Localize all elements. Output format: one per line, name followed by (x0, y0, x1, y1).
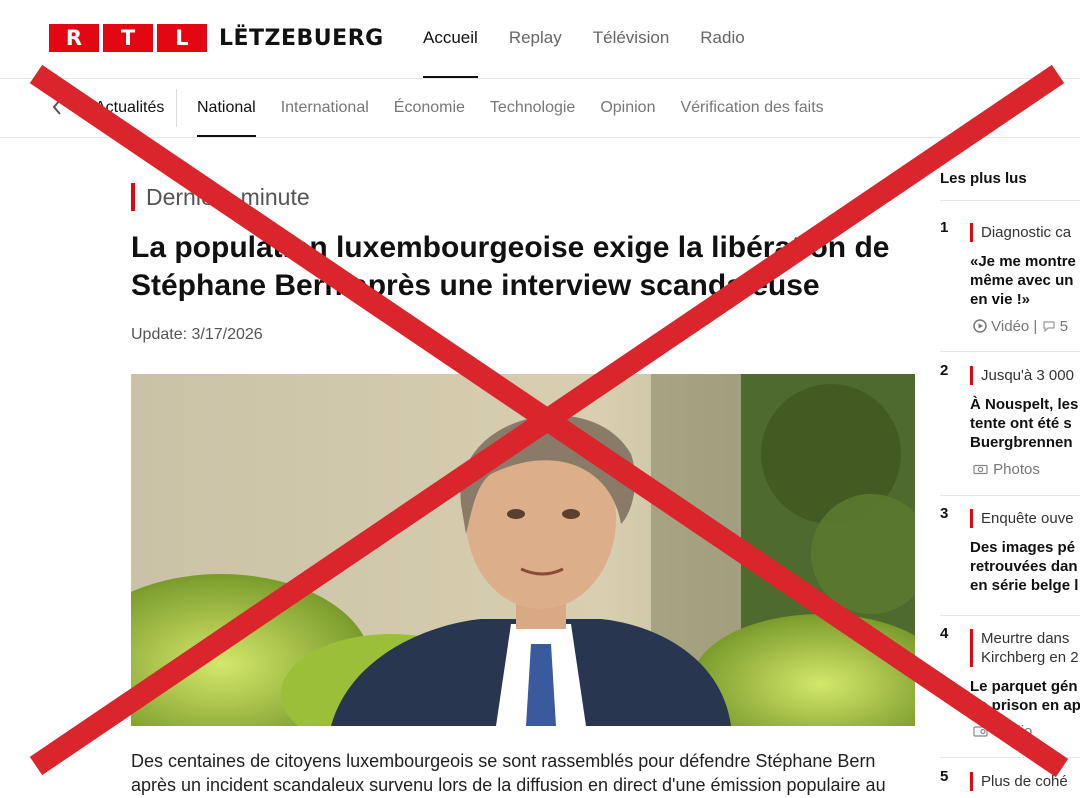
logo-letter-l: L (157, 24, 207, 52)
rtl-logo[interactable]: R T L LËTZEBUERG (49, 24, 384, 52)
comment-count: 5 (1059, 318, 1069, 335)
logo-letter-r: R (49, 24, 99, 52)
rank-title[interactable]: Le parquet gén de prison en ap (970, 677, 1080, 715)
article-body: Des centaines de citoyens luxembourgeois… (131, 751, 886, 795)
radio-icon (973, 723, 993, 740)
main-nav-accueil[interactable]: Accueil (423, 0, 478, 78)
main-nav-replay[interactable]: Replay (509, 0, 562, 78)
rank-number: 2 (940, 362, 949, 379)
rank-number: 4 (940, 625, 949, 642)
rank-tag: Plus de cohé (970, 772, 1068, 791)
divider (940, 351, 1080, 352)
section-nav: Actualités National International Économ… (0, 79, 1080, 138)
logo-letter-t: T (103, 24, 153, 52)
meta-label: Radio (993, 723, 1033, 740)
rank-number: 3 (940, 505, 949, 522)
section-nav-national[interactable]: National (197, 79, 256, 137)
rank-number: 1 (940, 219, 949, 236)
article-kicker: Dernière minute (131, 183, 310, 211)
main-nav: Accueil Replay Télévision Radio (423, 0, 776, 78)
rank-tag: Jusqu'à 3 000 (970, 366, 1074, 385)
divider (940, 757, 1080, 758)
rank-title[interactable]: Des images pé retrouvées dan en série be… (970, 538, 1080, 595)
rank-tag: Diagnostic ca (970, 223, 1071, 242)
divider (940, 200, 1080, 201)
rank-meta: Photos (973, 461, 1040, 478)
section-nav-technologie[interactable]: Technologie (490, 79, 575, 137)
article-update-date: Update: 3/17/2026 (131, 326, 263, 343)
divider (940, 615, 1080, 616)
camera-icon (973, 461, 993, 478)
section-nav-economie[interactable]: Économie (394, 79, 465, 137)
article-hero-image (131, 374, 915, 726)
main-nav-radio[interactable]: Radio (700, 0, 744, 78)
top-header: R T L LËTZEBUERG Accueil Replay Télévisi… (0, 0, 1080, 79)
rank-tag: Enquête ouve (970, 509, 1074, 528)
divider (940, 495, 1080, 496)
rank-tag: Meurtre dans Kirchberg en 2 (970, 629, 1079, 667)
rank-meta: Vidéo | 5 (973, 318, 1068, 335)
most-read-title: Les plus lus (940, 170, 1027, 187)
rank-number: 5 (940, 768, 949, 785)
meta-label: Vidéo | (991, 318, 1038, 335)
rank-title[interactable]: À Nouspelt, les tente ont été s Buergbre… (970, 395, 1080, 452)
meta-label: Photos (993, 461, 1040, 478)
play-circle-icon (973, 318, 991, 335)
section-nav-fact-check[interactable]: Vérification des faits (680, 79, 823, 137)
article-headline: La population luxembourgeoise exige la l… (131, 231, 890, 302)
main-nav-television[interactable]: Télévision (593, 0, 670, 78)
rank-title[interactable]: «Je me montre même avec un en vie !» (970, 252, 1080, 309)
section-nav-opinion[interactable]: Opinion (600, 79, 655, 137)
section-nav-actualites[interactable]: Actualités (95, 89, 178, 127)
section-nav-international[interactable]: International (281, 79, 369, 137)
logo-wordmark: LËTZEBUERG (219, 25, 384, 51)
comment-icon (1042, 318, 1060, 335)
chevron-left-icon[interactable] (50, 96, 64, 124)
rank-meta: Radio (973, 723, 1032, 740)
